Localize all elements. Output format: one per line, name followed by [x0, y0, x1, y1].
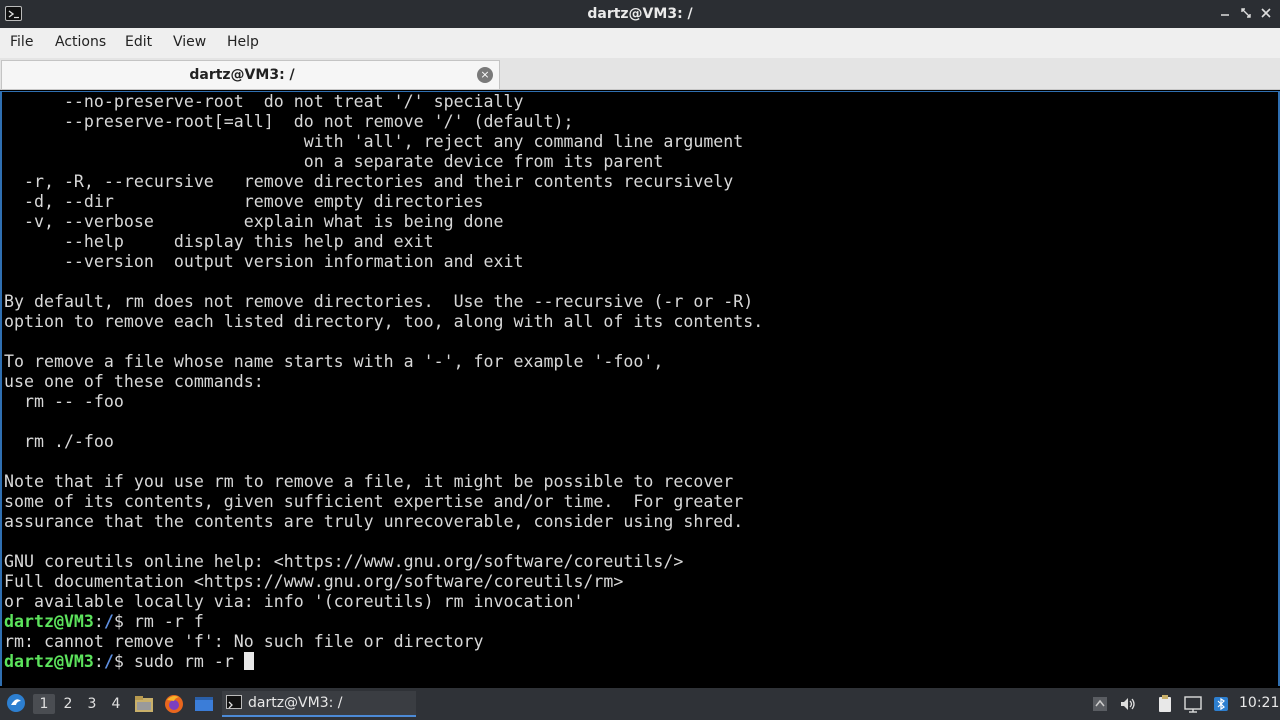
tab-close-icon[interactable]: ×	[477, 67, 493, 83]
terminal-line: -d, --dir remove empty directories	[4, 192, 484, 211]
terminal-line: rm -- -foo	[4, 392, 124, 411]
prompt-command: rm -r f	[133, 612, 204, 631]
terminal-line: --no-preserve-root do not treat '/' spec…	[4, 92, 524, 111]
workspace-4[interactable]: 4	[105, 694, 127, 714]
terminal-line: use one of these commands:	[4, 372, 264, 391]
minimize-icon[interactable]	[1218, 6, 1232, 20]
terminal-line: --version output version information and…	[4, 252, 524, 271]
prompt-path: /	[103, 612, 114, 631]
menu-edit[interactable]: Edit	[125, 34, 152, 50]
prompt-separator: :	[93, 652, 104, 671]
maximize-icon[interactable]	[1239, 6, 1253, 20]
terminal-output[interactable]: --no-preserve-root do not treat '/' spec…	[0, 91, 1280, 686]
prompt-dollar: $	[113, 652, 134, 671]
workspace-1[interactable]: 1	[33, 694, 55, 714]
terminal-line: rm ./-foo	[4, 432, 114, 451]
terminal-line: To remove a file whose name starts with …	[4, 352, 664, 371]
tab-bar: dartz@VM3: / ×	[0, 58, 1280, 90]
workspace-3[interactable]: 3	[81, 694, 103, 714]
terminal-line: By default, rm does not remove directori…	[4, 292, 754, 311]
menu-file[interactable]: File	[10, 34, 33, 50]
prompt-separator: :	[93, 612, 104, 631]
prompt-user: dartz@VM3	[4, 612, 94, 631]
taskbar: 1 2 3 4 dartz@VM3: / 10:21	[0, 688, 1280, 720]
firefox-icon[interactable]	[163, 693, 185, 715]
menu-actions[interactable]: Actions	[55, 34, 106, 50]
up-arrow-icon[interactable]	[1090, 694, 1110, 714]
clipboard-icon[interactable]	[1155, 694, 1175, 714]
prompt-line: dartz@VM3:/$ rm -r f	[4, 612, 204, 632]
terminal-line: with 'all', reject any command line argu…	[4, 132, 744, 151]
terminal-line: option to remove each listed directory, …	[4, 312, 764, 331]
start-menu-icon[interactable]	[5, 692, 27, 714]
prompt-dollar: $	[113, 612, 134, 631]
terminal-line: Full documentation <https://www.gnu.org/…	[4, 572, 624, 591]
terminal-line: some of its contents, given sufficient e…	[4, 492, 744, 511]
terminal-icon	[226, 695, 242, 709]
volume-icon[interactable]	[1118, 694, 1138, 714]
menu-view[interactable]: View	[173, 34, 206, 50]
terminal-line: on a separate device from its parent	[4, 152, 664, 171]
terminal-line: Note that if you use rm to remove a file…	[4, 472, 734, 491]
prompt-user: dartz@VM3	[4, 652, 94, 671]
prompt-path: /	[103, 652, 114, 671]
menu-bar: File Actions Edit View Help	[0, 28, 1280, 58]
terminal-line: or available locally via: info '(coreuti…	[4, 592, 584, 611]
menu-help[interactable]: Help	[227, 34, 259, 50]
terminal-line: assurance that the contents are truly un…	[4, 512, 744, 531]
terminal-line: --preserve-root[=all] do not remove '/' …	[4, 112, 574, 131]
window-titlebar: dartz@VM3: /	[0, 0, 1280, 28]
tab-terminal[interactable]: dartz@VM3: / ×	[1, 60, 500, 89]
bluetooth-icon[interactable]	[1211, 694, 1231, 714]
file-manager-icon[interactable]	[133, 693, 155, 715]
taskbar-terminal-button[interactable]: dartz@VM3: /	[222, 691, 416, 717]
error-line: rm: cannot remove 'f': No such file or d…	[4, 632, 484, 651]
current-prompt-line[interactable]: dartz@VM3:/$ sudo rm -r	[4, 652, 254, 672]
task-label: dartz@VM3: /	[248, 695, 343, 711]
workspace-2[interactable]: 2	[57, 694, 79, 714]
terminal-line: -v, --verbose explain what is being done	[4, 212, 504, 231]
tab-label: dartz@VM3: /	[189, 67, 295, 83]
text-cursor	[243, 652, 254, 670]
window-title: dartz@VM3: /	[587, 6, 693, 22]
clock: 10:21	[1239, 695, 1280, 711]
terminal-line: --help display this help and exit	[4, 232, 434, 251]
terminal-line: GNU coreutils online help: <https://www.…	[4, 552, 684, 571]
close-icon[interactable]	[1259, 6, 1273, 20]
terminal-line: -r, -R, --recursive remove directories a…	[4, 172, 734, 191]
prompt-command: sudo rm -r	[133, 652, 244, 671]
desktop-icon[interactable]	[193, 693, 215, 715]
network-icon[interactable]	[1183, 694, 1203, 714]
